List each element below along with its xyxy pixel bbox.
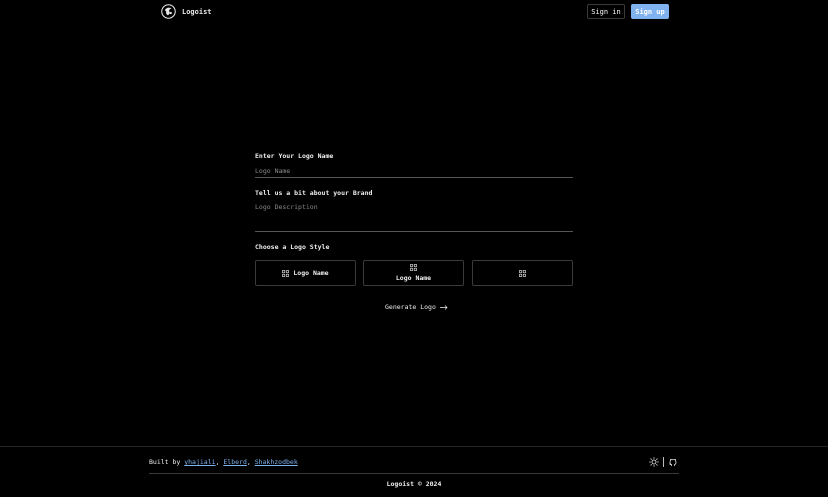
generate-logo-button[interactable]: Generate Logo [385, 303, 448, 311]
logo-style-label: Choose a Logo Style [255, 243, 330, 251]
sun-icon[interactable] [649, 457, 659, 467]
footer-icons [649, 457, 678, 467]
logo-description-label: Tell us a bit about your Brand [255, 189, 373, 197]
sign-in-button[interactable]: Sign in [587, 4, 625, 19]
grid-icon [282, 269, 290, 277]
style-option-icon-left[interactable]: Logo Name [255, 260, 356, 286]
arrow-right-icon [439, 304, 448, 310]
icon-divider [663, 457, 664, 467]
author-link-shakhzodbek[interactable]: Shakhzodbek [255, 458, 298, 466]
logo-name-label: Enter Your Logo Name [255, 152, 334, 160]
top-navbar: Logoist Sign in Sign up [0, 0, 828, 22]
style-option-icon-only[interactable] [472, 260, 573, 286]
built-by: Built by yhajiali, Elberd, Shakhzodbek [149, 458, 298, 466]
built-by-prefix: Built by [149, 458, 181, 466]
author-link-yhajiali[interactable]: yhajiali [184, 458, 215, 466]
brand[interactable]: Logoist [161, 4, 212, 19]
footer: Built by yhajiali, Elberd, Shakhzodbek L… [0, 446, 828, 497]
brand-name: Logoist [182, 7, 212, 16]
grid-icon [410, 264, 417, 271]
footer-divider [149, 473, 679, 474]
generate-logo-label: Generate Logo [385, 303, 436, 311]
sign-up-button[interactable]: Sign up [631, 4, 669, 19]
github-icon[interactable] [668, 457, 678, 467]
logo-name-input[interactable] [255, 165, 573, 178]
logo-description-input[interactable] [255, 201, 573, 232]
copyright: Logoist © 2024 [386, 480, 442, 488]
brand-logo-icon [161, 4, 176, 19]
style-option-label: Logo Name [293, 269, 329, 277]
grid-icon [519, 269, 526, 277]
style-option-icon-top[interactable]: Logo Name [363, 260, 464, 286]
author-link-elberd[interactable]: Elberd [223, 458, 246, 466]
style-option-label: Logo Name [395, 274, 432, 282]
